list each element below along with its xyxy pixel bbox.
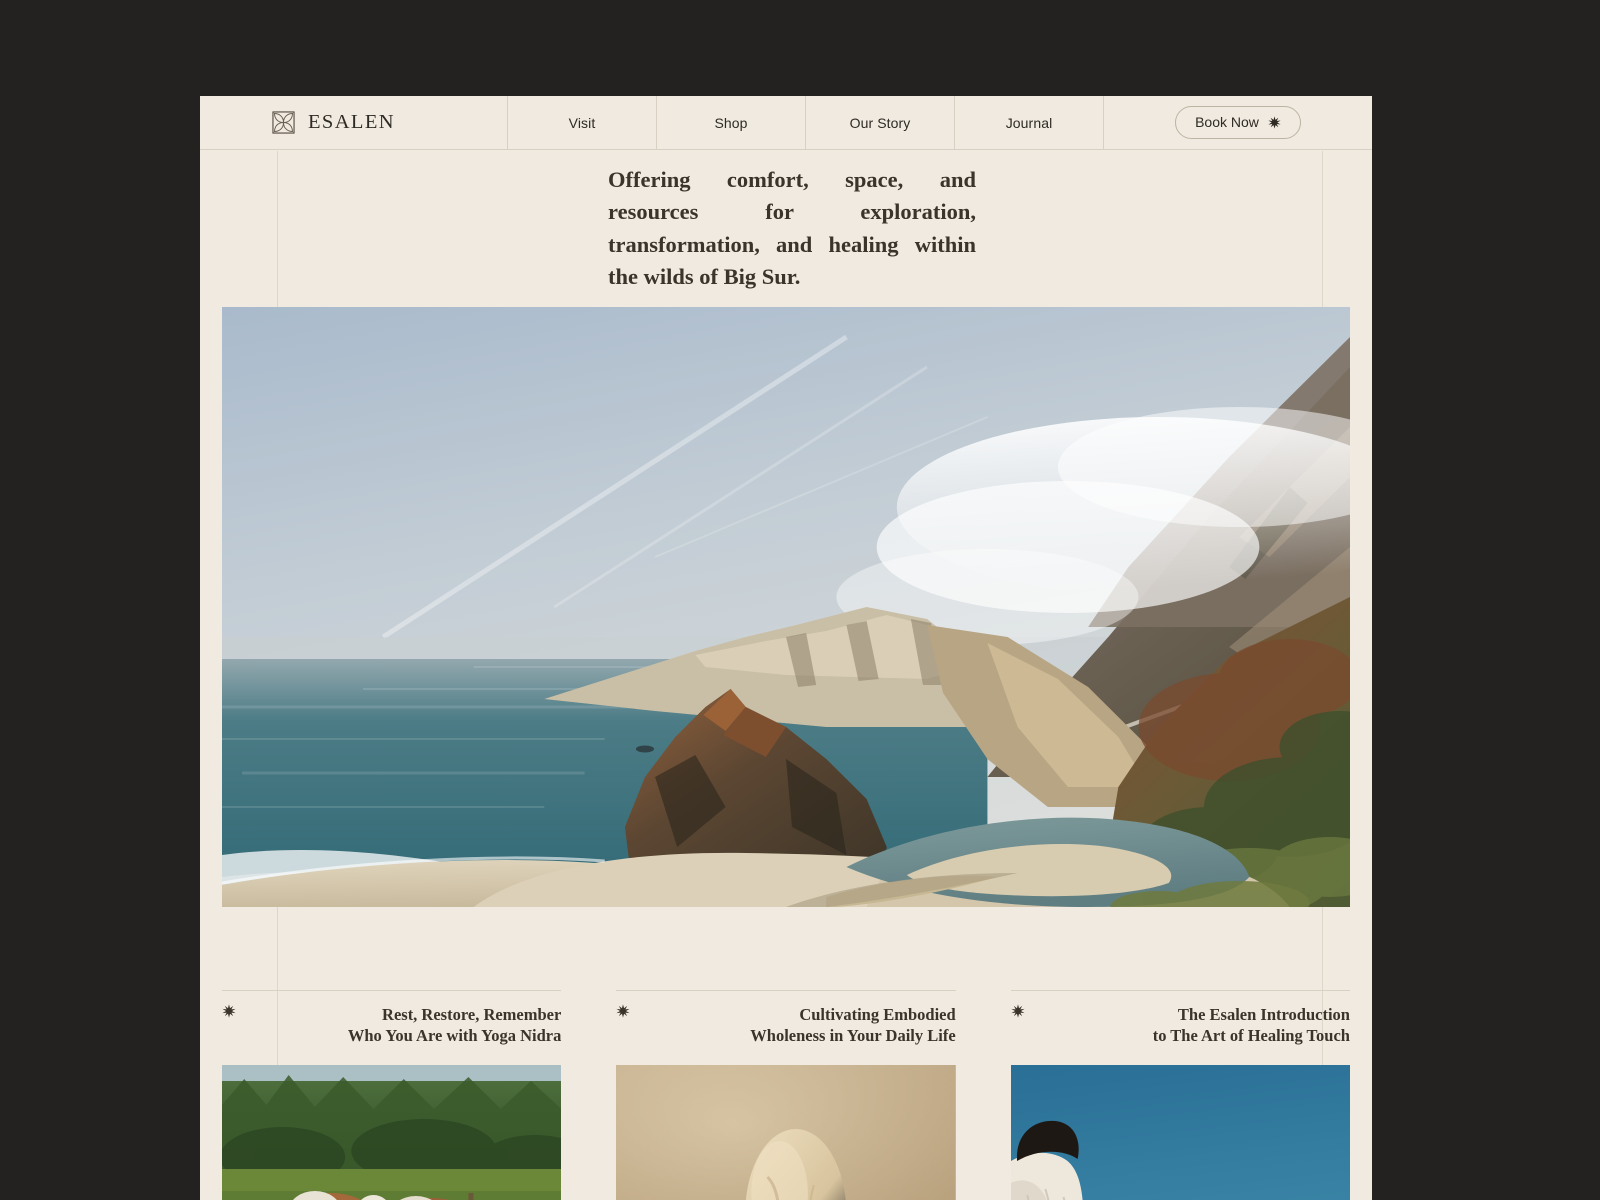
journal-card-header: Cultivating Embodied Wholeness in Your D… bbox=[616, 990, 956, 1052]
journal-card-header: Rest, Restore, Remember Who You Are with… bbox=[222, 990, 562, 1052]
journal-card-title: The Esalen Introduction to The Art of He… bbox=[1152, 1005, 1350, 1046]
sparkle-icon bbox=[222, 1004, 236, 1018]
journal-card-header: The Esalen Introduction to The Art of He… bbox=[1010, 990, 1350, 1052]
journal-card-title: Rest, Restore, Remember Who You Are with… bbox=[347, 1005, 562, 1046]
stone-egg-illustration bbox=[616, 1065, 956, 1200]
nav-item-shop[interactable]: Shop bbox=[656, 96, 805, 149]
esalen-quatrefoil-logo-icon bbox=[272, 111, 295, 134]
journal-card-image bbox=[616, 1065, 956, 1200]
sparkle-icon bbox=[1011, 1004, 1025, 1018]
nav-item-visit[interactable]: Visit bbox=[507, 96, 656, 149]
hero-image bbox=[222, 307, 1350, 907]
hero-spacer bbox=[200, 907, 1372, 990]
journal-card-image bbox=[1010, 1065, 1350, 1200]
nav-cta-cell: Book Now bbox=[1103, 96, 1372, 149]
journal-card-grid: Rest, Restore, Remember Who You Are with… bbox=[200, 990, 1372, 1200]
journal-card[interactable]: The Esalen Introduction to The Art of He… bbox=[1010, 990, 1350, 1200]
brand-name: ESALEN bbox=[308, 111, 395, 133]
healing-touch-illustration bbox=[1010, 1065, 1350, 1200]
journal-card-title: Cultivating Embodied Wholeness in Your D… bbox=[750, 1005, 956, 1046]
intro-section: Offering comfort, space, and resources f… bbox=[200, 150, 1372, 307]
hero-illustration bbox=[222, 307, 1350, 907]
top-navigation-bar: ESALEN Visit Shop Our Story Journal Book… bbox=[200, 96, 1372, 150]
nav-item-journal[interactable]: Journal bbox=[954, 96, 1103, 149]
book-now-button[interactable]: Book Now bbox=[1175, 106, 1301, 139]
book-now-label: Book Now bbox=[1195, 114, 1259, 130]
page-title: Offering comfort, space, and resources f… bbox=[608, 167, 976, 289]
journal-card[interactable]: Rest, Restore, Remember Who You Are with… bbox=[222, 990, 562, 1200]
journal-card-image bbox=[222, 1065, 562, 1200]
sparkle-icon bbox=[616, 1004, 630, 1018]
journal-card[interactable]: Cultivating Embodied Wholeness in Your D… bbox=[616, 990, 956, 1200]
pasture-cows-illustration bbox=[222, 1065, 562, 1200]
brand-logo[interactable]: ESALEN bbox=[200, 96, 507, 149]
sparkle-icon bbox=[1268, 115, 1281, 129]
nav-item-our-story[interactable]: Our Story bbox=[805, 96, 954, 149]
browser-viewport: ESALEN Visit Shop Our Story Journal Book… bbox=[200, 96, 1372, 1200]
